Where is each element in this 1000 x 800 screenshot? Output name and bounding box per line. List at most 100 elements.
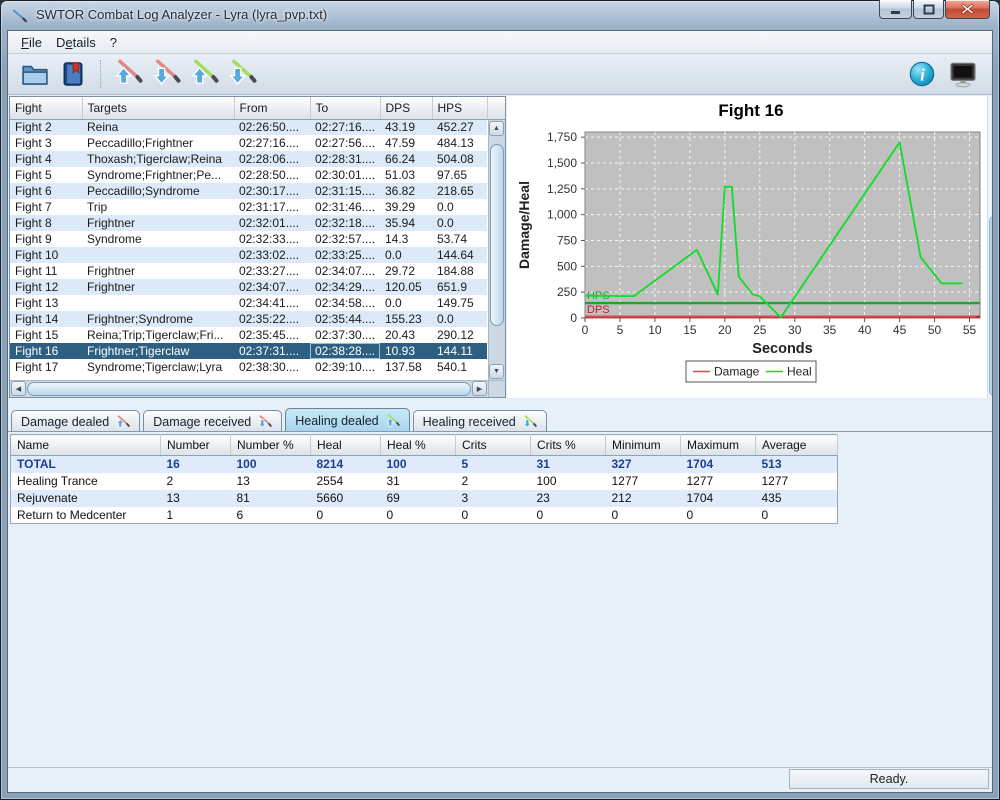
fight-row[interactable]: Fight 9Syndrome02:32:33....02:32:57....1…	[10, 231, 487, 247]
scroll-down-arrow-icon[interactable]: ▼	[489, 364, 504, 379]
scroll-up-arrow-icon[interactable]: ▲	[489, 121, 504, 136]
svg-text:5: 5	[617, 323, 624, 337]
minimize-button[interactable]	[879, 0, 912, 19]
detail-tabs: Damage dealedDamage receivedHealing deal…	[11, 406, 550, 432]
green-saber-down-arrow-icon	[522, 414, 537, 429]
fight-row[interactable]: Fight 15Reina;Trip;Tigerclaw;Fri...02:35…	[10, 327, 487, 343]
fight-row[interactable]: Fight 16Frightner;Tigerclaw02:37:31....0…	[10, 343, 487, 359]
fight-row[interactable]: Fight 1002:33:02....02:33:25....0.0144.6…	[10, 247, 487, 263]
open-log-file-button[interactable]	[17, 58, 53, 91]
fight-row[interactable]: Fight 14Frightner;Syndrome02:35:22....02…	[10, 311, 487, 327]
hscroll-thumb[interactable]	[27, 382, 471, 396]
column-header-name[interactable]: Name	[11, 435, 161, 456]
scroll-left-arrow-icon[interactable]: ◀	[11, 381, 26, 396]
svg-text:DPS: DPS	[587, 304, 610, 316]
healing-received-button[interactable]	[224, 58, 260, 91]
tab-healing-received[interactable]: Healing received	[413, 410, 547, 432]
fight-row[interactable]: Fight 2Reina02:26:50....02:27:16....43.1…	[10, 119, 487, 135]
fight-table-header: FightTargetsFromToDPSHPS	[10, 97, 487, 119]
fight-row[interactable]: Fight 8Frightner02:32:01....02:32:18....…	[10, 215, 487, 231]
column-header-hps[interactable]: HPS	[432, 97, 487, 119]
maximize-button[interactable]	[913, 0, 944, 19]
svg-text:15: 15	[683, 323, 697, 337]
info-button[interactable]: i	[904, 58, 940, 91]
svg-text:Heal: Heal	[787, 365, 812, 379]
details-row[interactable]: TOTAL1610082141005313271704513	[11, 456, 838, 473]
svg-text:1,750: 1,750	[547, 130, 577, 144]
column-header-from[interactable]: From	[234, 97, 310, 119]
svg-text:50: 50	[928, 323, 942, 337]
svg-text:1,250: 1,250	[547, 182, 577, 196]
column-header-heal-[interactable]: Heal %	[381, 435, 456, 456]
column-header-crits[interactable]: Crits	[456, 435, 531, 456]
menubar: FileDetails?	[8, 31, 992, 54]
column-header-number[interactable]: Number	[161, 435, 231, 456]
status-message: Ready.	[789, 769, 989, 789]
column-header-crits-[interactable]: Crits %	[531, 435, 606, 456]
scroll-right-arrow-icon[interactable]: ▶	[472, 381, 487, 396]
red-saber-down-arrow-icon	[151, 57, 181, 92]
chart-vscrollbar[interactable]	[987, 96, 993, 398]
statusbar: Ready.	[8, 766, 992, 792]
tab-damage-dealed[interactable]: Damage dealed	[11, 410, 140, 432]
toolbar: i	[8, 54, 992, 95]
monitor-icon	[948, 59, 978, 89]
tab-healing-dealed[interactable]: Healing dealed	[285, 408, 409, 432]
close-button[interactable]	[945, 0, 990, 19]
damage-received-button[interactable]	[148, 58, 184, 91]
tab-damage-received[interactable]: Damage received	[143, 410, 282, 432]
toolbar-separator	[100, 60, 101, 88]
svg-text:30: 30	[788, 323, 802, 337]
red-saber-down-arrow-icon	[257, 414, 272, 429]
fight-row[interactable]: Fight 6Peccadillo;Syndrome02:30:17....02…	[10, 183, 487, 199]
details-row[interactable]: Rejuvenate13815660693232121704435	[11, 490, 838, 507]
fight-row[interactable]: Fight 11Frightner02:33:27....02:34:07...…	[10, 263, 487, 279]
header-filler	[487, 97, 505, 120]
chart-panel: Fight 16HPSDPS05101520253035404550550250…	[507, 96, 993, 398]
fight-table: FightTargetsFromToDPSHPS Fight 2Reina02:…	[10, 97, 488, 375]
svg-text:55: 55	[963, 323, 977, 337]
menu-item-details[interactable]: Details	[49, 33, 103, 52]
fight-table-hscrollbar[interactable]: ◀ ▶	[10, 380, 488, 397]
fight-row[interactable]: Fight 7Trip02:31:17....02:31:46....39.29…	[10, 199, 487, 215]
column-header-heal[interactable]: Heal	[311, 435, 381, 456]
fight-row[interactable]: Fight 12Frightner02:34:07....02:34:29...…	[10, 279, 487, 295]
column-header-dps[interactable]: DPS	[380, 97, 432, 119]
titlebar[interactable]: SWTOR Combat Log Analyzer - Lyra (lyra_p…	[0, 0, 1000, 30]
fight-row[interactable]: Fight 5Syndrome;Frightner;Pe...02:28:50.…	[10, 167, 487, 183]
damage-dealt-button[interactable]	[110, 58, 146, 91]
fight-row[interactable]: Fight 3Peccadillo;Frightner02:27:16....0…	[10, 135, 487, 151]
svg-text:20: 20	[718, 323, 732, 337]
scrollbar-corner	[488, 380, 505, 397]
info-icon: i	[908, 60, 936, 88]
client-area: FileDetails?	[7, 30, 993, 793]
svg-text:0: 0	[582, 323, 589, 337]
screenshot-button[interactable]	[945, 58, 981, 91]
fight-row[interactable]: Fight 1302:34:41....02:34:58....0.0149.7…	[10, 295, 487, 311]
svg-text:Damage: Damage	[714, 365, 760, 379]
fight-table-vscrollbar[interactable]: ▲ ▼	[488, 120, 505, 380]
healing-dealt-button[interactable]	[186, 58, 222, 91]
column-header-number-[interactable]: Number %	[231, 435, 311, 456]
menu-item-file[interactable]: File	[14, 33, 49, 52]
column-header-average[interactable]: Average	[756, 435, 838, 456]
column-header-maximum[interactable]: Maximum	[681, 435, 756, 456]
log-book-button[interactable]	[55, 58, 91, 91]
svg-text:750: 750	[557, 234, 577, 248]
tab-content-panel: NameNumberNumber %HealHeal %CritsCrits %…	[8, 431, 992, 768]
menu-item-[interactable]: ?	[103, 33, 124, 52]
column-header-targets[interactable]: Targets	[82, 97, 234, 119]
fight-chart: Fight 16HPSDPS05101520253035404550550250…	[507, 96, 986, 398]
column-header-fight[interactable]: Fight	[10, 97, 82, 119]
green-saber-up-arrow-icon	[385, 413, 400, 428]
details-row[interactable]: Return to Medcenter160000000	[11, 507, 838, 524]
column-header-minimum[interactable]: Minimum	[606, 435, 681, 456]
vscroll-thumb[interactable]	[490, 144, 504, 326]
chart-vscroll-thumb[interactable]	[989, 216, 993, 396]
column-header-to[interactable]: To	[310, 97, 380, 119]
svg-text:Seconds: Seconds	[752, 341, 812, 357]
fight-row[interactable]: Fight 4Thoxash;Tigerclaw;Reina02:28:06..…	[10, 151, 487, 167]
fight-row[interactable]: Fight 17Syndrome;Tigerclaw;Lyra02:38:30.…	[10, 359, 487, 375]
details-row[interactable]: Healing Trance2132554312100127712771277	[11, 473, 838, 490]
app-saber-icon	[11, 7, 28, 24]
